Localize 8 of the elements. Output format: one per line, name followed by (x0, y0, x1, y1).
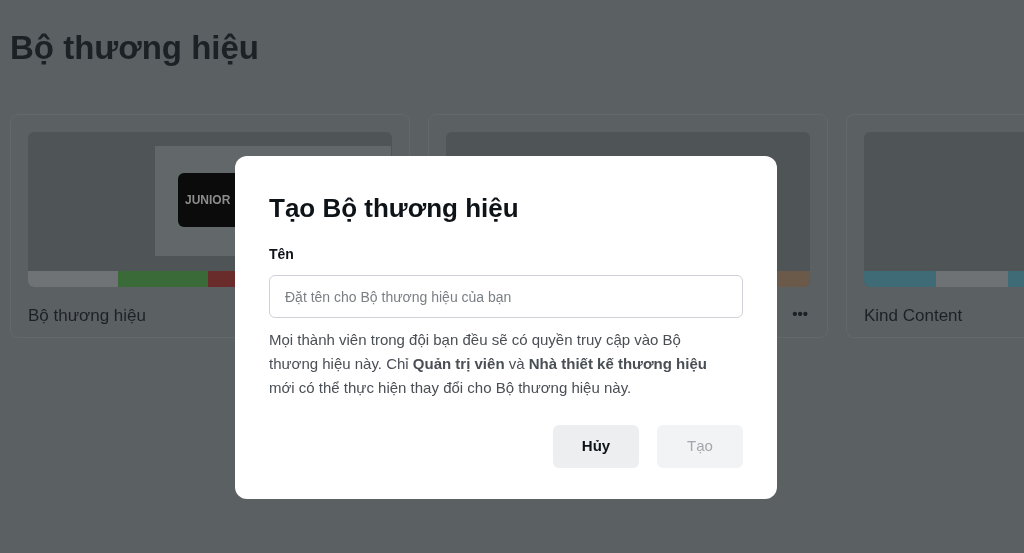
name-input-field[interactable]: Đặt tên cho Bộ thương hiệu của bạn (269, 275, 743, 318)
cancel-button[interactable]: Hủy (553, 425, 639, 468)
brand-kit-name: Bộ thương hiệu (28, 305, 146, 327)
field-label: Tên (269, 245, 294, 264)
brand-kit-card[interactable]: Kind Content (846, 114, 1024, 338)
page-title: Bộ thương hiệu (10, 28, 259, 68)
more-options-button[interactable]: ••• (792, 303, 808, 326)
brand-kit-name: Kind Content (864, 305, 963, 327)
